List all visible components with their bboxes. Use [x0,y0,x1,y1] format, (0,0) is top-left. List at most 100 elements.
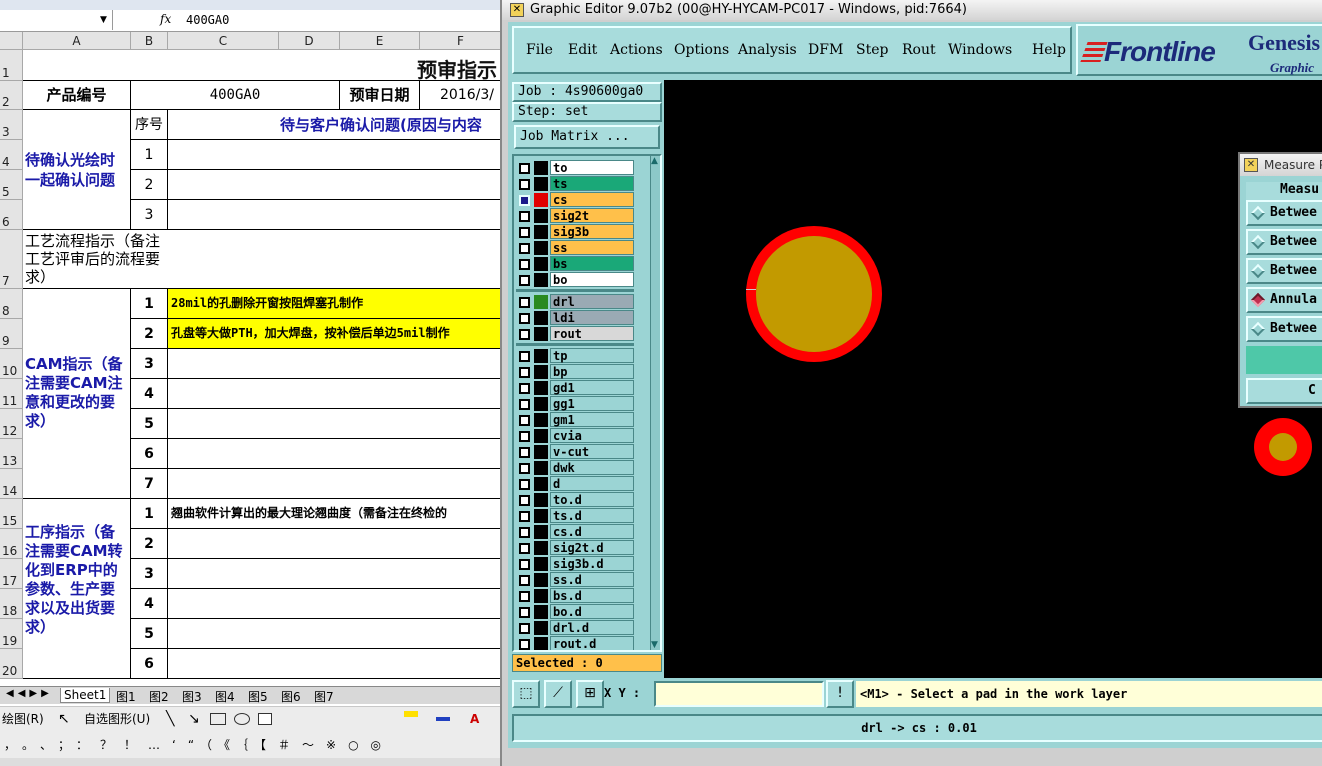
layer-checkbox[interactable] [519,367,530,378]
layer-row-ts[interactable]: ts [516,176,634,192]
menu-windows[interactable]: Windows [948,42,1012,58]
rectangle-icon[interactable] [210,713,226,725]
product-value-cell[interactable]: 400GA0 [131,81,340,110]
oval-icon[interactable] [234,713,250,725]
layer-name[interactable]: bo.d [550,604,634,619]
chevron-down-icon[interactable]: ▼ [100,10,107,30]
layer-name[interactable]: v-cut [550,444,634,459]
layer-row-dwk[interactable]: dwk [516,460,634,476]
section-confirm-cell[interactable]: 待确认光绘时一起确认问题 [23,110,131,230]
layer-checkbox[interactable] [519,607,530,618]
measure-close-button[interactable]: C [1246,378,1322,404]
layer-name[interactable]: gm1 [550,412,634,427]
layer-row-cs-d[interactable]: cs.d [516,524,634,540]
draw-menu[interactable]: 绘图(R) [2,707,44,731]
cam-line-2-cell[interactable]: 孔盘等大做PTH，加大焊盘，按补偿后单边5mil制作 [168,319,502,349]
menu-options[interactable]: Options [674,42,729,58]
seq-cell[interactable]: 5 [131,619,168,649]
layer-row-gg1[interactable]: gg1 [516,396,634,412]
row-header[interactable]: 13 [0,439,23,469]
seq-cell[interactable]: 6 [131,439,168,469]
layer-checkbox[interactable] [519,591,530,602]
data-cell[interactable] [168,439,502,469]
layer-name[interactable]: rout.d [550,636,634,650]
layer-checkbox[interactable] [519,227,530,238]
data-cell[interactable] [168,170,502,200]
menu-step[interactable]: Step [856,42,888,58]
layer-row-drl[interactable]: drl [516,294,634,310]
row-header[interactable]: 8 [0,289,23,319]
seq-cell[interactable]: 2 [131,319,168,349]
layer-name[interactable]: cs.d [550,524,634,539]
layer-row-v-cut[interactable]: v-cut [516,444,634,460]
work-canvas[interactable] [664,80,1322,678]
col-header-c[interactable]: C [168,32,279,50]
seq-cell[interactable]: 3 [131,559,168,589]
layer-row-sig3b-d[interactable]: sig3b.d [516,556,634,572]
layer-checkbox[interactable] [519,243,530,254]
layer-row-gm1[interactable]: gm1 [516,412,634,428]
formula-input[interactable]: 400GA0 [186,13,229,27]
layer-checkbox[interactable] [519,179,530,190]
row-header[interactable]: 9 [0,319,23,349]
data-cell[interactable] [168,140,502,170]
layer-checkbox[interactable] [519,259,530,270]
layer-checkbox[interactable] [519,383,530,394]
section-work-cell[interactable]: 工序指示（备注需要CAM转化到ERP中的参数、生产要求以及出货要求） [23,499,131,679]
layer-row-ss-d[interactable]: ss.d [516,572,634,588]
autoshape-menu[interactable]: 自选图形(U) [84,707,150,731]
row-header[interactable]: 1 [0,50,23,81]
col-header-a[interactable]: A [23,32,131,50]
layer-name[interactable]: sig3b [550,224,634,239]
select-all-corner[interactable] [0,32,23,50]
layer-checkbox[interactable] [519,623,530,634]
data-cell[interactable] [168,200,502,230]
row-header[interactable]: 3 [0,110,23,140]
data-cell[interactable] [168,379,502,409]
fx-icon[interactable]: fx [160,12,171,26]
pointer-icon[interactable]: ↖ [58,707,70,731]
layer-name[interactable]: bp [550,364,634,379]
layer-checkbox[interactable] [519,431,530,442]
row-header[interactable]: 16 [0,529,23,559]
snap-grid-icon[interactable]: ⊞ [576,680,604,708]
layer-checkbox[interactable] [519,495,530,506]
name-box[interactable]: ▼ [0,10,113,30]
layer-row-to-d[interactable]: to.d [516,492,634,508]
col-header-f[interactable]: F [420,32,502,50]
sheet-tab[interactable]: 图1 [116,688,136,705]
data-cell[interactable] [168,349,502,379]
row-header[interactable]: 19 [0,619,23,649]
row-header[interactable]: 7 [0,230,23,289]
layer-name[interactable]: rout [550,326,634,341]
layer-checkbox[interactable] [519,463,530,474]
layer-row-rout[interactable]: rout [516,326,634,342]
cam-line-1-cell[interactable]: 28mil的孔删除开窗按阻焊塞孔制作 [168,289,502,319]
layer-name[interactable]: sig2t [550,208,634,223]
layer-row-rout-d[interactable]: rout.d [516,636,634,650]
layer-checkbox[interactable] [519,195,530,206]
data-cell[interactable] [168,529,502,559]
data-cell[interactable] [168,469,502,499]
row-header[interactable]: 12 [0,409,23,439]
layer-row-sig2t[interactable]: sig2t [516,208,634,224]
measure-option-between[interactable]: Betwee [1246,229,1322,255]
row-header[interactable]: 14 [0,469,23,499]
sheet-tab[interactable]: 图2 [149,688,169,705]
measure-icon[interactable]: ⟋ [544,680,572,708]
layer-name[interactable]: sig2t.d [550,540,634,555]
tab-scroll-arrows-icon[interactable]: ◀◀▶▶ [6,688,53,699]
layer-name[interactable]: ts [550,176,634,191]
layer-name[interactable]: ts.d [550,508,634,523]
layer-name[interactable]: d [550,476,634,491]
layer-name[interactable]: gg1 [550,396,634,411]
layer-checkbox[interactable] [519,211,530,222]
layer-checkbox[interactable] [519,511,530,522]
section-cam-cell[interactable]: CAM指示（备注需要CAM注意和更改的要求） [23,289,131,499]
line-color-icon[interactable] [436,717,450,721]
line-icon[interactable]: ╲ [166,707,174,731]
row-header[interactable]: 20 [0,649,23,679]
data-cell[interactable] [168,589,502,619]
row-header[interactable]: 17 [0,559,23,589]
pad-small-ring[interactable] [1254,418,1312,476]
